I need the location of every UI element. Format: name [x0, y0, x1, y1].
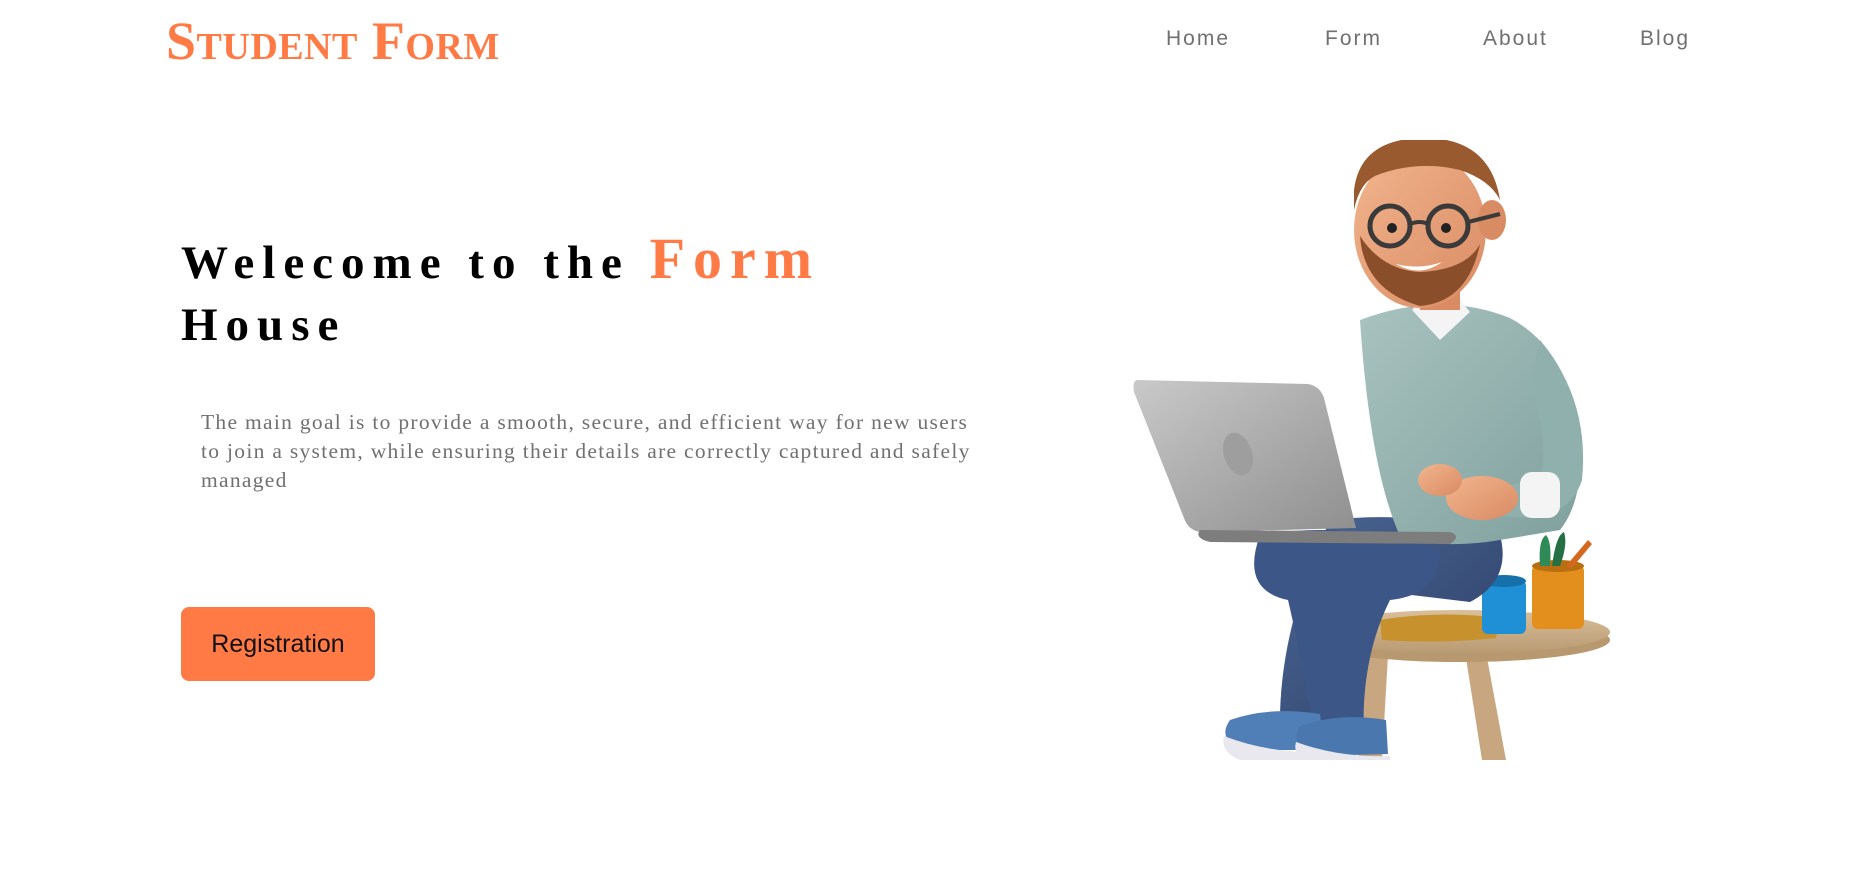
site-logo[interactable]: Student Form: [166, 6, 500, 76]
hero-title: Welecome to the Form House: [181, 228, 941, 356]
site-header: Student Form Home Form About Blog: [0, 0, 1866, 80]
man-with-laptop-illustration: [1133, 140, 1610, 760]
nav-link-home[interactable]: Home: [1166, 24, 1230, 54]
pencil-holder: [1532, 565, 1584, 629]
hero-title-accent: Form: [649, 226, 821, 291]
hero-title-part2: House: [181, 299, 347, 351]
hero-description: The main goal is to provide a smooth, se…: [201, 410, 971, 492]
nav-link-about[interactable]: About: [1483, 24, 1548, 54]
hero-title-part1: Welecome to the: [181, 237, 630, 289]
registration-button[interactable]: Registration: [181, 607, 375, 681]
nav-link-form[interactable]: Form: [1325, 24, 1382, 54]
nav-link-blog[interactable]: Blog: [1640, 24, 1690, 54]
